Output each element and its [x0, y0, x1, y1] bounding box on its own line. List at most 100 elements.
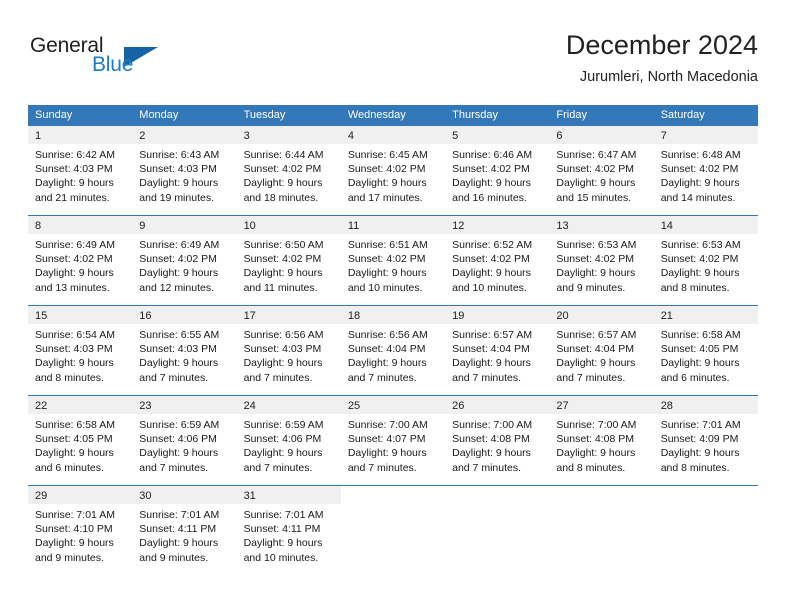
day-number-band: 5 — [445, 126, 550, 144]
sunset-text: Sunset: 4:03 PM — [139, 343, 217, 356]
day-cell[interactable]: 5 Sunrise: 6:46 AM Sunset: 4:02 PM Dayli… — [445, 126, 550, 215]
day-cell[interactable]: 11 Sunrise: 6:51 AM Sunset: 4:02 PM Dayl… — [340, 216, 446, 305]
day-details: Sunrise: 7:00 AM Sunset: 4:08 PM Dayligh… — [445, 414, 549, 475]
sunset-text: Sunset: 4:02 PM — [556, 253, 635, 266]
day-cell[interactable]: 17 Sunrise: 6:56 AM Sunset: 4:03 PM Dayl… — [236, 306, 341, 395]
day-cell[interactable]: 3 Sunrise: 6:44 AM Sunset: 4:02 PM Dayli… — [236, 126, 341, 215]
day-number: 22 — [35, 400, 48, 412]
day-number-band — [653, 486, 758, 504]
sunset-text: Sunset: 4:04 PM — [556, 343, 635, 356]
day-number: 31 — [243, 490, 256, 502]
day-details: Sunrise: 7:01 AM Sunset: 4:11 PM Dayligh… — [132, 504, 236, 565]
daylight-text-line2: and 14 minutes. — [660, 191, 736, 204]
daylight-text-line1: Daylight: 9 hours — [243, 357, 323, 370]
day-cell[interactable]: 31 Sunrise: 7:01 AM Sunset: 4:11 PM Dayl… — [236, 486, 341, 575]
day-number: 10 — [243, 220, 256, 232]
day-details: Sunrise: 6:52 AM Sunset: 4:02 PM Dayligh… — [445, 234, 549, 295]
day-number: 2 — [139, 130, 146, 142]
sunrise-text: Sunrise: 6:58 AM — [35, 419, 115, 431]
day-cell[interactable]: 15 Sunrise: 6:54 AM Sunset: 4:03 PM Dayl… — [28, 306, 133, 395]
daylight-text-line2: and 18 minutes. — [243, 191, 319, 204]
day-details: Sunrise: 6:58 AM Sunset: 4:05 PM Dayligh… — [28, 414, 132, 475]
day-cell[interactable]: 27 Sunrise: 7:00 AM Sunset: 4:08 PM Dayl… — [549, 396, 654, 485]
sunrise-text: Sunrise: 6:52 AM — [452, 239, 533, 251]
daylight-text-line1: Daylight: 9 hours — [556, 177, 636, 190]
sunset-text: Sunset: 4:03 PM — [243, 343, 322, 356]
sunset-text: Sunset: 4:06 PM — [139, 433, 217, 446]
sunset-text: Sunset: 4:08 PM — [452, 433, 530, 446]
day-details: Sunrise: 6:44 AM Sunset: 4:02 PM Dayligh… — [237, 144, 341, 205]
day-number: 14 — [660, 220, 673, 232]
daylight-text-line2: and 15 minutes. — [556, 191, 632, 204]
sunrise-text: Sunrise: 6:59 AM — [139, 419, 220, 431]
day-cell[interactable]: 20 Sunrise: 6:57 AM Sunset: 4:04 PM Dayl… — [549, 306, 654, 395]
page-title: December 2024 — [565, 30, 758, 60]
day-details: Sunrise: 6:57 AM Sunset: 4:04 PM Dayligh… — [549, 324, 653, 385]
daylight-text-line1: Daylight: 9 hours — [452, 177, 531, 190]
day-cell[interactable]: 1 Sunrise: 6:42 AM Sunset: 4:03 PM Dayli… — [28, 126, 133, 215]
day-cell[interactable]: 21 Sunrise: 6:58 AM Sunset: 4:05 PM Dayl… — [653, 306, 758, 395]
sunset-text: Sunset: 4:02 PM — [452, 253, 530, 266]
day-cell[interactable]: 8 Sunrise: 6:49 AM Sunset: 4:02 PM Dayli… — [28, 216, 133, 305]
page-header: General Blue December 2024 Jurumleri, No… — [28, 28, 758, 96]
day-number-band — [340, 486, 446, 504]
day-cell[interactable]: 28 Sunrise: 7:01 AM Sunset: 4:09 PM Dayl… — [653, 396, 758, 485]
day-cell[interactable]: 24 Sunrise: 6:59 AM Sunset: 4:06 PM Dayl… — [236, 396, 341, 485]
daylight-text-line2: and 6 minutes. — [35, 461, 104, 474]
day-number: 1 — [35, 130, 42, 142]
day-cell[interactable]: 13 Sunrise: 6:53 AM Sunset: 4:02 PM Dayl… — [549, 216, 654, 305]
day-cell[interactable]: 18 Sunrise: 6:56 AM Sunset: 4:04 PM Dayl… — [340, 306, 446, 395]
sunrise-text: Sunrise: 6:58 AM — [660, 329, 741, 341]
day-cell[interactable]: 9 Sunrise: 6:49 AM Sunset: 4:02 PM Dayli… — [132, 216, 237, 305]
sunrise-text: Sunrise: 6:53 AM — [660, 239, 741, 251]
sunset-text: Sunset: 4:08 PM — [556, 433, 635, 446]
day-cell[interactable]: 19 Sunrise: 6:57 AM Sunset: 4:04 PM Dayl… — [445, 306, 550, 395]
sunrise-text: Sunrise: 6:56 AM — [347, 329, 428, 341]
day-details: Sunrise: 6:53 AM Sunset: 4:02 PM Dayligh… — [549, 234, 653, 295]
day-details: Sunrise: 6:56 AM Sunset: 4:04 PM Dayligh… — [341, 324, 445, 385]
sunrise-text: Sunrise: 7:00 AM — [347, 419, 428, 431]
day-cell[interactable]: 22 Sunrise: 6:58 AM Sunset: 4:05 PM Dayl… — [28, 396, 133, 485]
day-details: Sunrise: 6:42 AM Sunset: 4:03 PM Dayligh… — [28, 144, 132, 205]
day-cell[interactable]: 7 Sunrise: 6:48 AM Sunset: 4:02 PM Dayli… — [653, 126, 758, 215]
weekday-header-friday: Friday — [556, 109, 587, 121]
day-number-band: 6 — [549, 126, 654, 144]
day-cell[interactable]: 26 Sunrise: 7:00 AM Sunset: 4:08 PM Dayl… — [445, 396, 550, 485]
calendar-page: General Blue December 2024 Jurumleri, No… — [0, 0, 792, 612]
day-cell[interactable]: 2 Sunrise: 6:43 AM Sunset: 4:03 PM Dayli… — [132, 126, 237, 215]
day-number-band: 20 — [549, 306, 654, 324]
day-cell[interactable]: 14 Sunrise: 6:53 AM Sunset: 4:02 PM Dayl… — [653, 216, 758, 305]
sunset-text: Sunset: 4:04 PM — [452, 343, 530, 356]
daylight-text-line2: and 7 minutes. — [139, 371, 209, 384]
daylight-text-line2: and 7 minutes. — [347, 371, 417, 384]
day-cell[interactable]: 4 Sunrise: 6:45 AM Sunset: 4:02 PM Dayli… — [340, 126, 446, 215]
daylight-text-line1: Daylight: 9 hours — [347, 357, 427, 370]
day-cell[interactable]: 16 Sunrise: 6:55 AM Sunset: 4:03 PM Dayl… — [132, 306, 237, 395]
generalblue-logo[interactable]: General Blue — [30, 34, 160, 86]
day-number: 27 — [556, 400, 569, 412]
day-cell[interactable]: 23 Sunrise: 6:59 AM Sunset: 4:06 PM Dayl… — [132, 396, 237, 485]
sunrise-text: Sunrise: 7:01 AM — [660, 419, 741, 431]
sunset-text: Sunset: 4:02 PM — [35, 253, 113, 266]
day-number-band: 9 — [132, 216, 237, 234]
day-cell[interactable]: 12 Sunrise: 6:52 AM Sunset: 4:02 PM Dayl… — [445, 216, 550, 305]
day-number: 21 — [660, 310, 673, 322]
daylight-text-line2: and 8 minutes. — [660, 281, 730, 294]
day-cell[interactable]: 6 Sunrise: 6:47 AM Sunset: 4:02 PM Dayli… — [549, 126, 654, 215]
day-number: 24 — [243, 400, 256, 412]
day-details: Sunrise: 6:49 AM Sunset: 4:02 PM Dayligh… — [132, 234, 236, 295]
daylight-text-line1: Daylight: 9 hours — [347, 447, 427, 460]
sunrise-text: Sunrise: 6:45 AM — [347, 149, 428, 161]
daylight-text-line2: and 12 minutes. — [139, 281, 214, 294]
day-number-band: 27 — [549, 396, 654, 414]
day-number-band: 17 — [236, 306, 341, 324]
daylight-text-line1: Daylight: 9 hours — [35, 177, 114, 190]
day-number-band: 2 — [132, 126, 237, 144]
weekday-header-monday: Monday — [139, 109, 179, 121]
day-cell[interactable]: 10 Sunrise: 6:50 AM Sunset: 4:02 PM Dayl… — [236, 216, 341, 305]
daylight-text-line2: and 17 minutes. — [347, 191, 423, 204]
calendar-week-row: 29 Sunrise: 7:01 AM Sunset: 4:10 PM Dayl… — [28, 485, 758, 575]
day-cell[interactable]: 30 Sunrise: 7:01 AM Sunset: 4:11 PM Dayl… — [132, 486, 237, 575]
day-cell[interactable]: 25 Sunrise: 7:00 AM Sunset: 4:07 PM Dayl… — [340, 396, 446, 485]
day-cell[interactable]: 29 Sunrise: 7:01 AM Sunset: 4:10 PM Dayl… — [28, 486, 133, 575]
